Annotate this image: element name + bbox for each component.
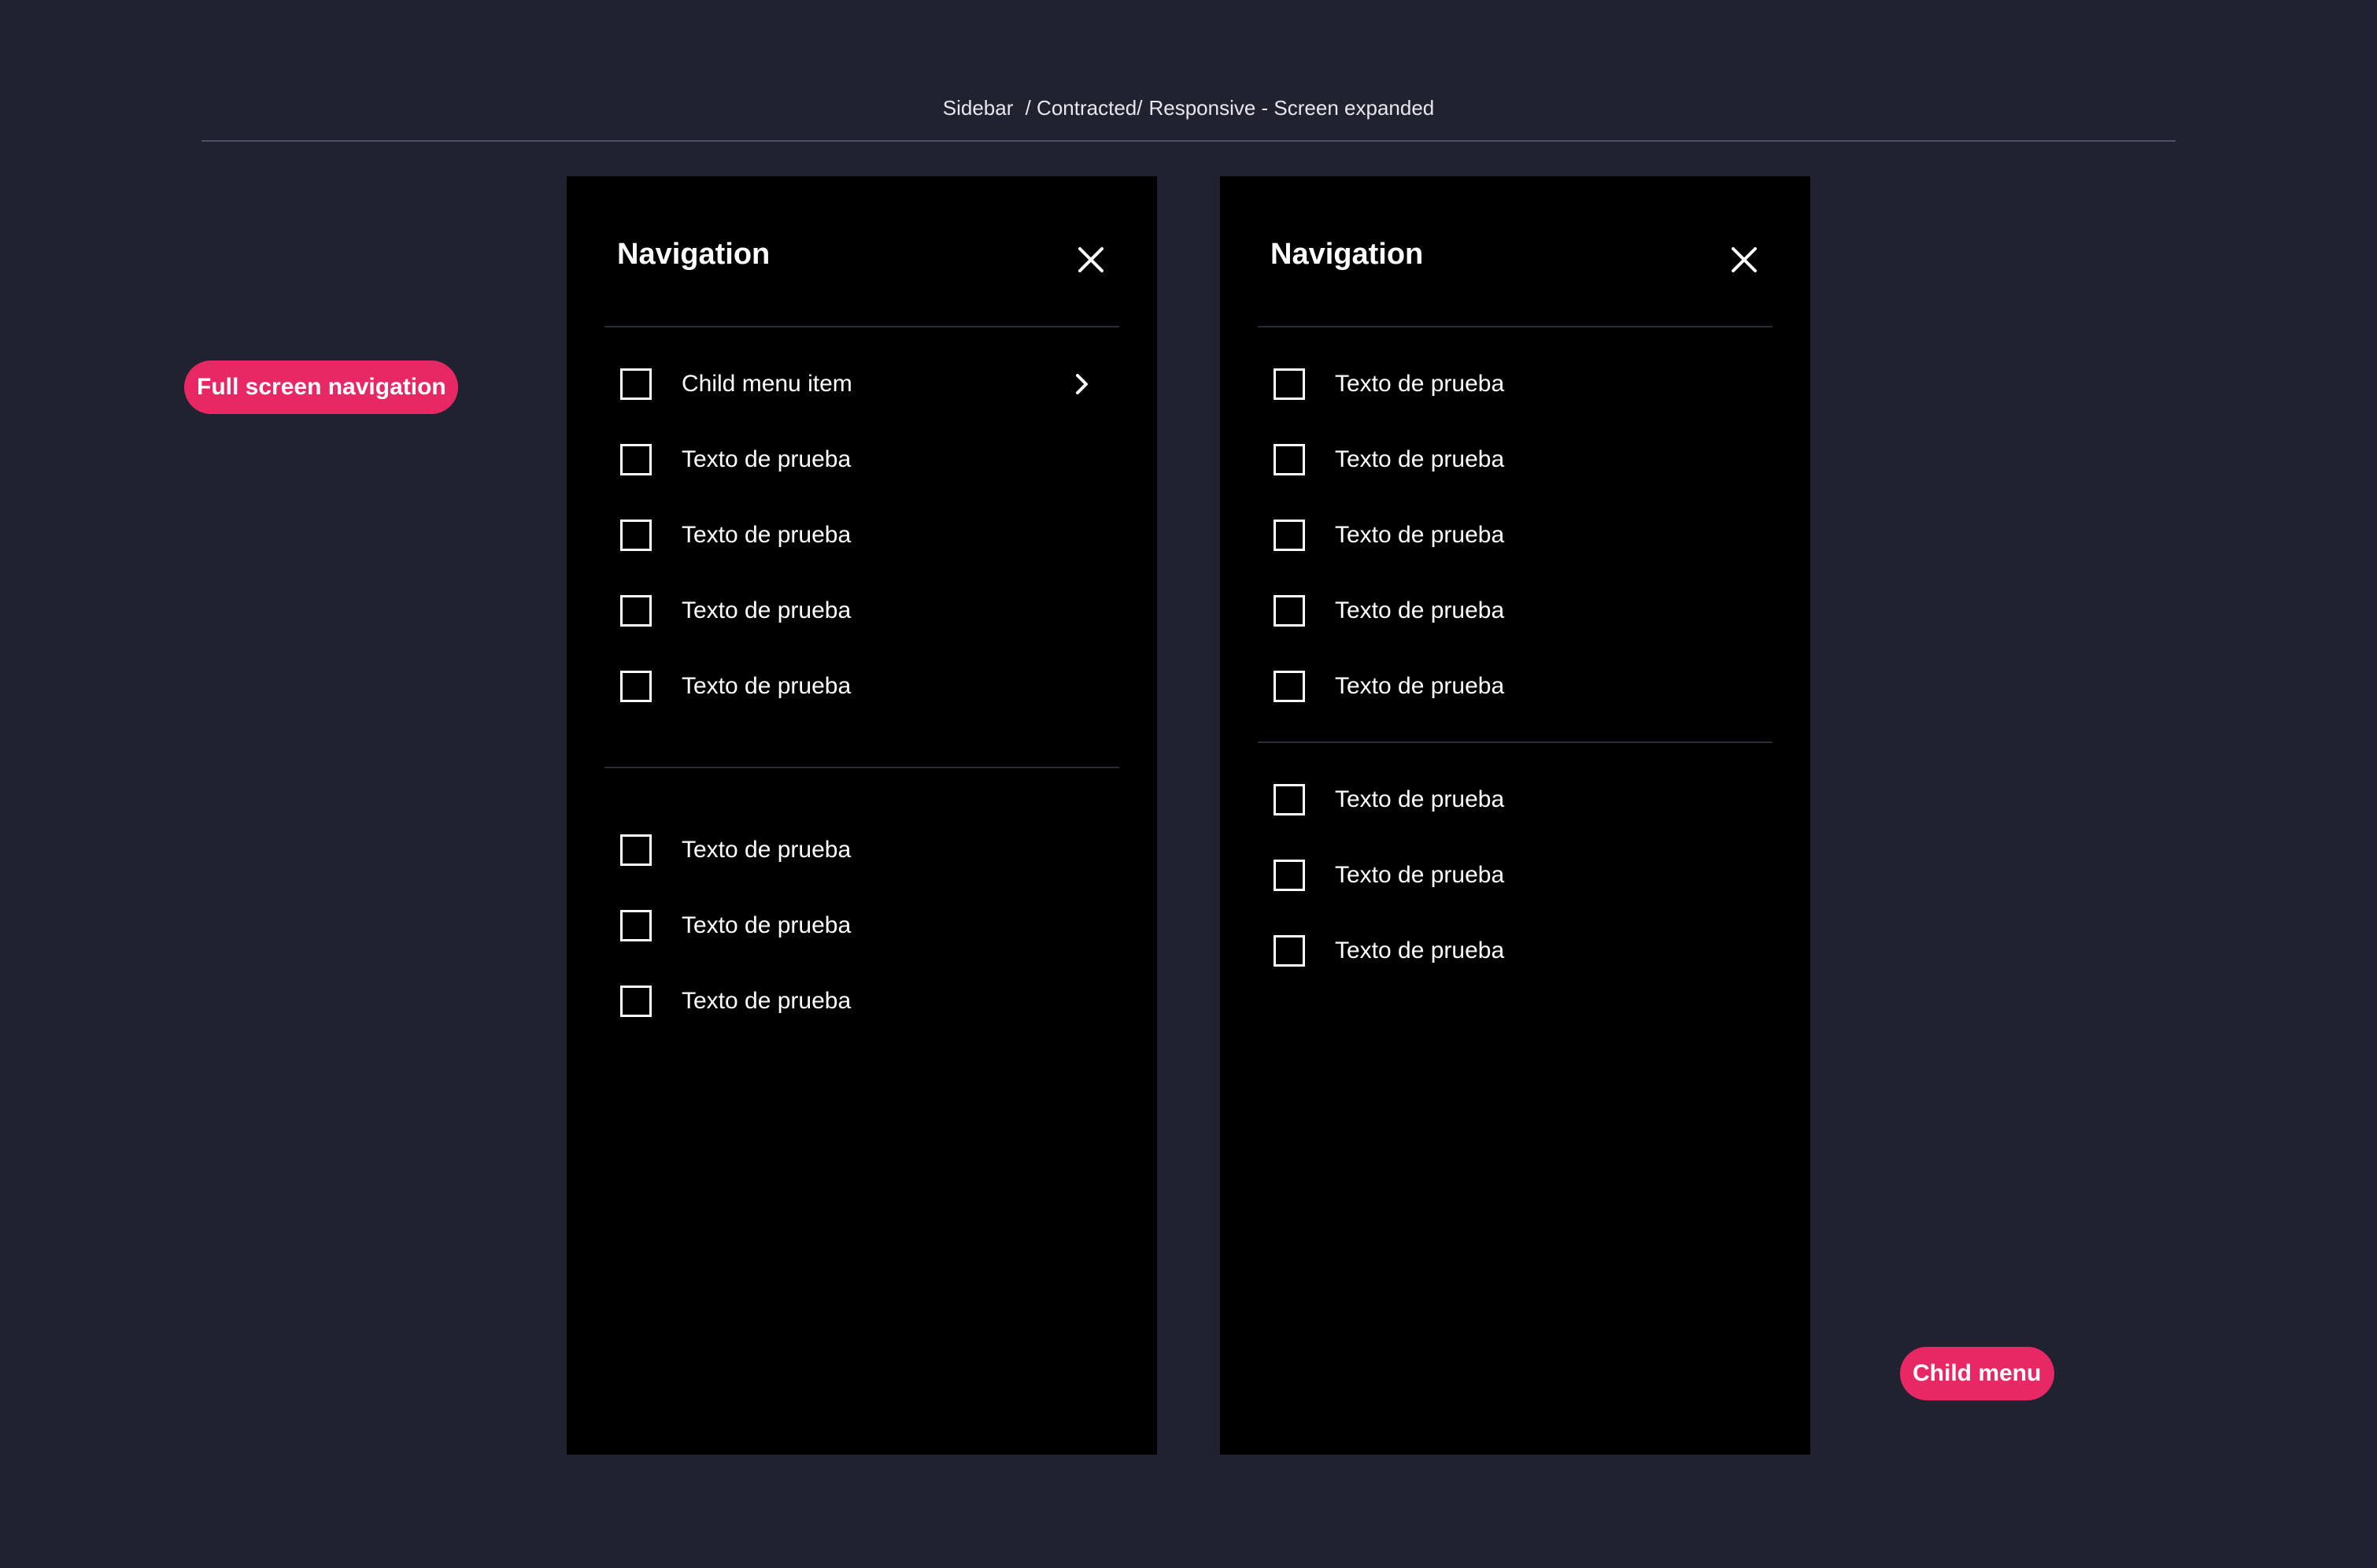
nav-item-label: Texto de prueba	[1335, 597, 1505, 623]
chevron-right-icon	[1076, 374, 1088, 394]
close-icon	[1732, 247, 1757, 272]
nav-item-label: Texto de prueba	[1335, 673, 1505, 699]
close-icon	[1078, 247, 1103, 272]
nav-item-label: Texto de prueba	[682, 522, 852, 548]
nav-item-label: Texto de prueba	[682, 837, 852, 863]
divider	[1258, 741, 1773, 743]
full-screen-navigation-panel: Navigation Child menu item Texto de prue…	[567, 176, 1157, 1455]
checkbox-icon	[620, 368, 652, 400]
nav-item-label: Texto de prueba	[682, 597, 852, 623]
nav-item[interactable]: Texto de prueba	[1274, 512, 1761, 559]
nav-item[interactable]: Texto de prueba	[1274, 776, 1761, 823]
checkbox-icon	[620, 910, 652, 941]
checkbox-icon	[620, 520, 652, 551]
close-button[interactable]	[1725, 241, 1763, 279]
breadcrumb-sidebar: Sidebar	[942, 96, 1014, 120]
nav-item-label: Texto de prueba	[1335, 522, 1505, 548]
nav-item[interactable]: Texto de prueba	[620, 587, 1108, 634]
nav-item-label: Texto de prueba	[1335, 446, 1505, 472]
checkbox-icon	[620, 671, 652, 702]
nav-item[interactable]: Texto de prueba	[620, 512, 1108, 559]
nav-item-child-menu[interactable]: Child menu item	[620, 361, 1108, 408]
nav-item-label: Texto de prueba	[682, 673, 852, 699]
checkbox-icon	[1274, 935, 1305, 967]
checkbox-icon	[1274, 671, 1305, 702]
nav-item[interactable]: Texto de prueba	[1274, 663, 1761, 710]
divider	[604, 767, 1119, 768]
nav-item-label: Texto de prueba	[682, 446, 852, 472]
nav-item[interactable]: Texto de prueba	[1274, 587, 1761, 634]
nav-item[interactable]: Texto de prueba	[1274, 436, 1761, 483]
checkbox-icon	[1274, 368, 1305, 400]
panel-title: Navigation	[1270, 238, 1424, 271]
checkbox-icon	[1274, 860, 1305, 891]
checkbox-icon	[1274, 784, 1305, 815]
full-screen-navigation-tag: Full screen navigation	[184, 361, 458, 414]
breadcrumb: Sidebar / Contracted/Responsive - Screen…	[0, 96, 2377, 120]
breadcrumb-responsive: Responsive - Screen expanded	[1148, 96, 1435, 120]
nav-item-label: Texto de prueba	[1335, 937, 1505, 963]
nav-item-label: Texto de prueba	[1335, 786, 1505, 812]
nav-item-label: Texto de prueba	[682, 912, 852, 938]
checkbox-icon	[620, 834, 652, 866]
nav-item[interactable]: Texto de prueba	[620, 827, 1108, 874]
close-button[interactable]	[1072, 241, 1110, 279]
child-menu-tag: Child menu	[1900, 1347, 2054, 1400]
nav-item[interactable]: Texto de prueba	[620, 902, 1108, 949]
panel-title: Navigation	[617, 238, 771, 271]
nav-item[interactable]: Texto de prueba	[1274, 361, 1761, 408]
nav-item[interactable]: Texto de prueba	[620, 978, 1108, 1025]
nav-item-label: Texto de prueba	[1335, 862, 1505, 888]
divider	[604, 326, 1119, 327]
breadcrumb-contracted: / Contracted/	[1025, 96, 1143, 120]
header-divider	[201, 140, 2176, 142]
checkbox-icon	[620, 986, 652, 1017]
checkbox-icon	[620, 595, 652, 627]
checkbox-icon	[620, 444, 652, 475]
child-menu-panel: Navigation Texto de prueba Texto de prue…	[1220, 176, 1810, 1455]
checkbox-icon	[1274, 444, 1305, 475]
checkbox-icon	[1274, 595, 1305, 627]
canvas: Sidebar / Contracted/Responsive - Screen…	[0, 0, 2377, 1568]
nav-item[interactable]: Texto de prueba	[620, 436, 1108, 483]
nav-item[interactable]: Texto de prueba	[1274, 927, 1761, 974]
checkbox-icon	[1274, 520, 1305, 551]
nav-item[interactable]: Texto de prueba	[620, 663, 1108, 710]
nav-item-label: Texto de prueba	[682, 988, 852, 1014]
divider	[1258, 326, 1773, 327]
nav-item-label: Child menu item	[682, 371, 852, 397]
nav-item-label: Texto de prueba	[1335, 371, 1505, 397]
nav-item[interactable]: Texto de prueba	[1274, 852, 1761, 899]
